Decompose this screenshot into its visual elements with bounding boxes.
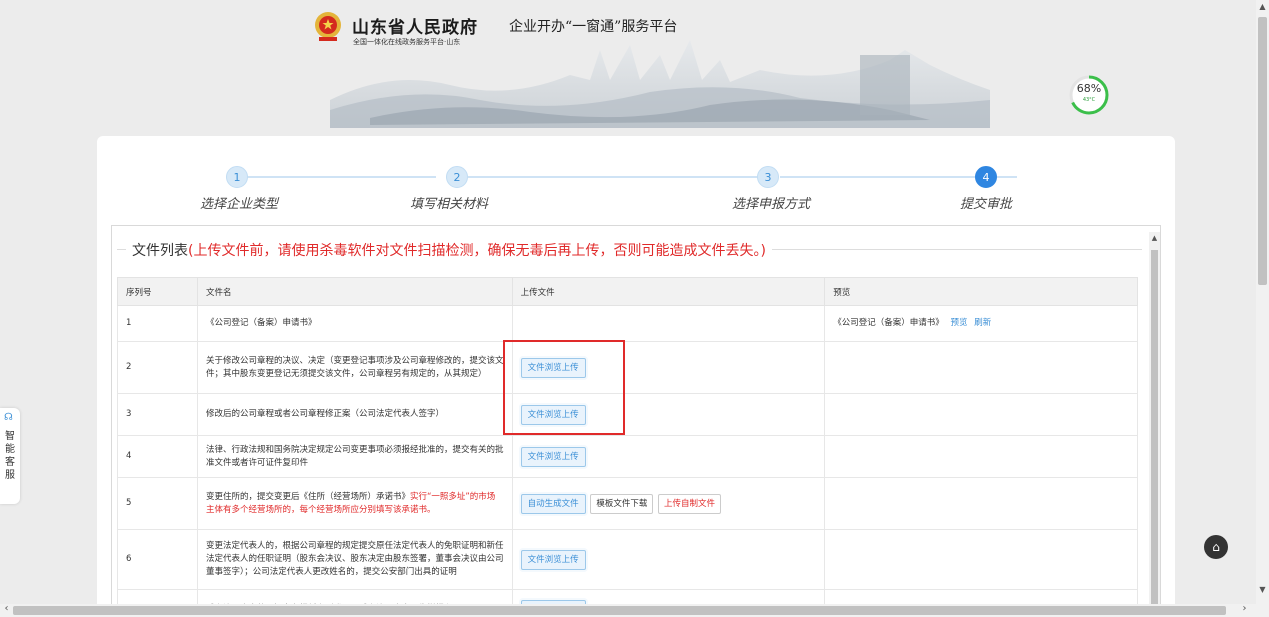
step-3-label: 选择申报方式 — [732, 197, 811, 212]
table-row: 2 关于修改公司章程的决议、决定（变更登记事项涉及公司章程修改的，提交该文件；其… — [117, 341, 1138, 394]
step-3-number: 3 — [757, 166, 779, 188]
page-horizontal-thumb[interactable] — [13, 606, 1226, 615]
col-header-filename: 文件名 — [196, 277, 513, 306]
step-2-number: 2 — [446, 166, 468, 188]
annotation-highlight-box — [503, 340, 625, 435]
col-header-preview: 预览 — [824, 277, 1138, 306]
col-header-upload: 上传文件 — [511, 277, 826, 306]
row-filename: 法律、行政法规和国务院决定规定公司变更事项必须报经批准的，提交有关的批准文件或者… — [196, 435, 513, 478]
upload-custom-button[interactable]: 上传自制文件 — [658, 493, 722, 514]
table-row: 3 修改后的公司章程或者公司章程修正案（公司法定代表人签字） 文件浏览上传 — [117, 393, 1138, 436]
inner-scrollbar-thumb[interactable] — [1151, 250, 1158, 617]
preview-filename: 《公司登记（备案）申请书》 — [833, 318, 944, 328]
row-serial: 5 — [117, 477, 198, 530]
table-header-row: 序列号 文件名 上传文件 预览 — [117, 277, 1138, 306]
row-preview-cell: 《公司登记（备案）申请书》 预览 刷新 — [824, 305, 1138, 342]
preview-link[interactable]: 预览 — [951, 318, 968, 328]
file-list-warning: (上传文件前，请使用杀毒软件对文件扫描检测，确保无毒后再上传，否则可能造成文件丢… — [188, 243, 766, 259]
row-preview-cell — [824, 529, 1138, 590]
gauge-temperature: 43°C — [1082, 97, 1096, 103]
file-table: 序列号 文件名 上传文件 预览 1 《公司登记（备案）申请书》 《公司登记（备案… — [117, 277, 1138, 617]
file-list-heading: 文件列表(上传文件前，请使用杀毒软件对文件扫描检测，确保无毒后再上传，否则可能造… — [126, 240, 772, 260]
row-serial: 2 — [117, 341, 198, 394]
step-connector — [468, 176, 758, 178]
row-serial: 1 — [117, 305, 198, 342]
gauge-percent: 68% — [1076, 82, 1102, 95]
row-filename: 变更法定代表人的，根据公司章程的规定提交原任法定代表人的免职证明和新任法定代表人… — [196, 529, 513, 590]
step-2-label: 填写相关材料 — [410, 197, 489, 212]
row-upload-cell: 文件浏览上传 — [511, 529, 826, 590]
file-list-title: 文件列表 — [132, 243, 188, 259]
gov-title: 山东省人民政府 — [352, 18, 478, 38]
row-upload-cell: 自动生成文件 模板文件下载 上传自制文件 — [511, 477, 826, 530]
step-1-number: 1 — [226, 166, 248, 188]
table-row: 1 《公司登记（备案）申请书》 《公司登记（备案）申请书》 预览 刷新 — [117, 305, 1138, 342]
scroll-down-icon[interactable]: ▼ — [1256, 585, 1269, 594]
row-filename: 《公司登记（备案）申请书》 — [196, 305, 513, 342]
step-1-label: 选择企业类型 — [200, 197, 279, 212]
template-download-button[interactable]: 模板文件下载 — [590, 493, 654, 514]
row-filename: 变更住所的，提交变更后《住所（经营场所）承诺书》实行“一照多址”的市场主体有多个… — [196, 477, 513, 530]
refresh-link[interactable]: 刷新 — [974, 318, 991, 328]
scroll-left-icon[interactable]: ‹ — [0, 603, 13, 614]
scroll-right-icon[interactable]: › — [1238, 603, 1251, 614]
page-vertical-thumb[interactable] — [1258, 17, 1267, 285]
auto-generate-button[interactable]: 自动生成文件 — [520, 493, 586, 514]
row-serial: 6 — [117, 529, 198, 590]
table-row: 5 变更住所的，提交变更后《住所（经营场所）承诺书》实行“一照多址”的市场主体有… — [117, 477, 1138, 530]
row-filename: 关于修改公司章程的决议、决定（变更登记事项涉及公司章程修改的，提交该文件；其中股… — [196, 341, 513, 394]
scroll-up-icon[interactable]: ▲ — [1256, 2, 1269, 11]
upload-file-button[interactable]: 文件浏览上传 — [520, 446, 586, 467]
step-connector — [997, 176, 1017, 178]
row-filename: 修改后的公司章程或者公司章程修正案（公司法定代表人签字） — [196, 393, 513, 436]
gov-subtitle: 全国一体化在线政务服务平台·山东 — [353, 38, 461, 46]
row-upload-cell — [511, 305, 826, 342]
gov-emblem-icon — [315, 12, 341, 41]
row-preview-cell — [824, 477, 1138, 530]
platform-title: 企业开办“一窗通”服务平台 — [509, 19, 678, 35]
step-4-number: 4 — [975, 166, 997, 188]
row-upload-cell: 文件浏览上传 — [511, 435, 826, 478]
row-serial: 4 — [117, 435, 198, 478]
step-4-label: 提交审批 — [960, 197, 1013, 212]
step-connector — [246, 176, 436, 178]
upload-file-button[interactable]: 文件浏览上传 — [520, 549, 586, 570]
row-preview-cell — [824, 341, 1138, 394]
table-row: 4 法律、行政法规和国务院决定规定公司变更事项必须报经批准的，提交有关的批准文件… — [117, 435, 1138, 478]
row-preview-cell — [824, 435, 1138, 478]
headset-icon: ☊ — [4, 412, 13, 423]
table-row: 6 变更法定代表人的，根据公司章程的规定提交原任法定代表人的免职证明和新任法定代… — [117, 529, 1138, 590]
row-serial: 3 — [117, 393, 198, 436]
home-icon[interactable]: ⌂ — [1204, 535, 1228, 559]
smart-service-label[interactable]: 智能客服 — [5, 430, 17, 482]
col-header-serial: 序列号 — [117, 277, 198, 306]
step-connector — [780, 176, 975, 178]
row-filename-text: 变更住所的，提交变更后《住所（经营场所）承诺书》 — [205, 491, 410, 502]
inner-scroll-up-icon[interactable]: ▲ — [1149, 234, 1160, 242]
performance-gauge[interactable] — [1068, 74, 1110, 116]
row-preview-cell — [824, 393, 1138, 436]
